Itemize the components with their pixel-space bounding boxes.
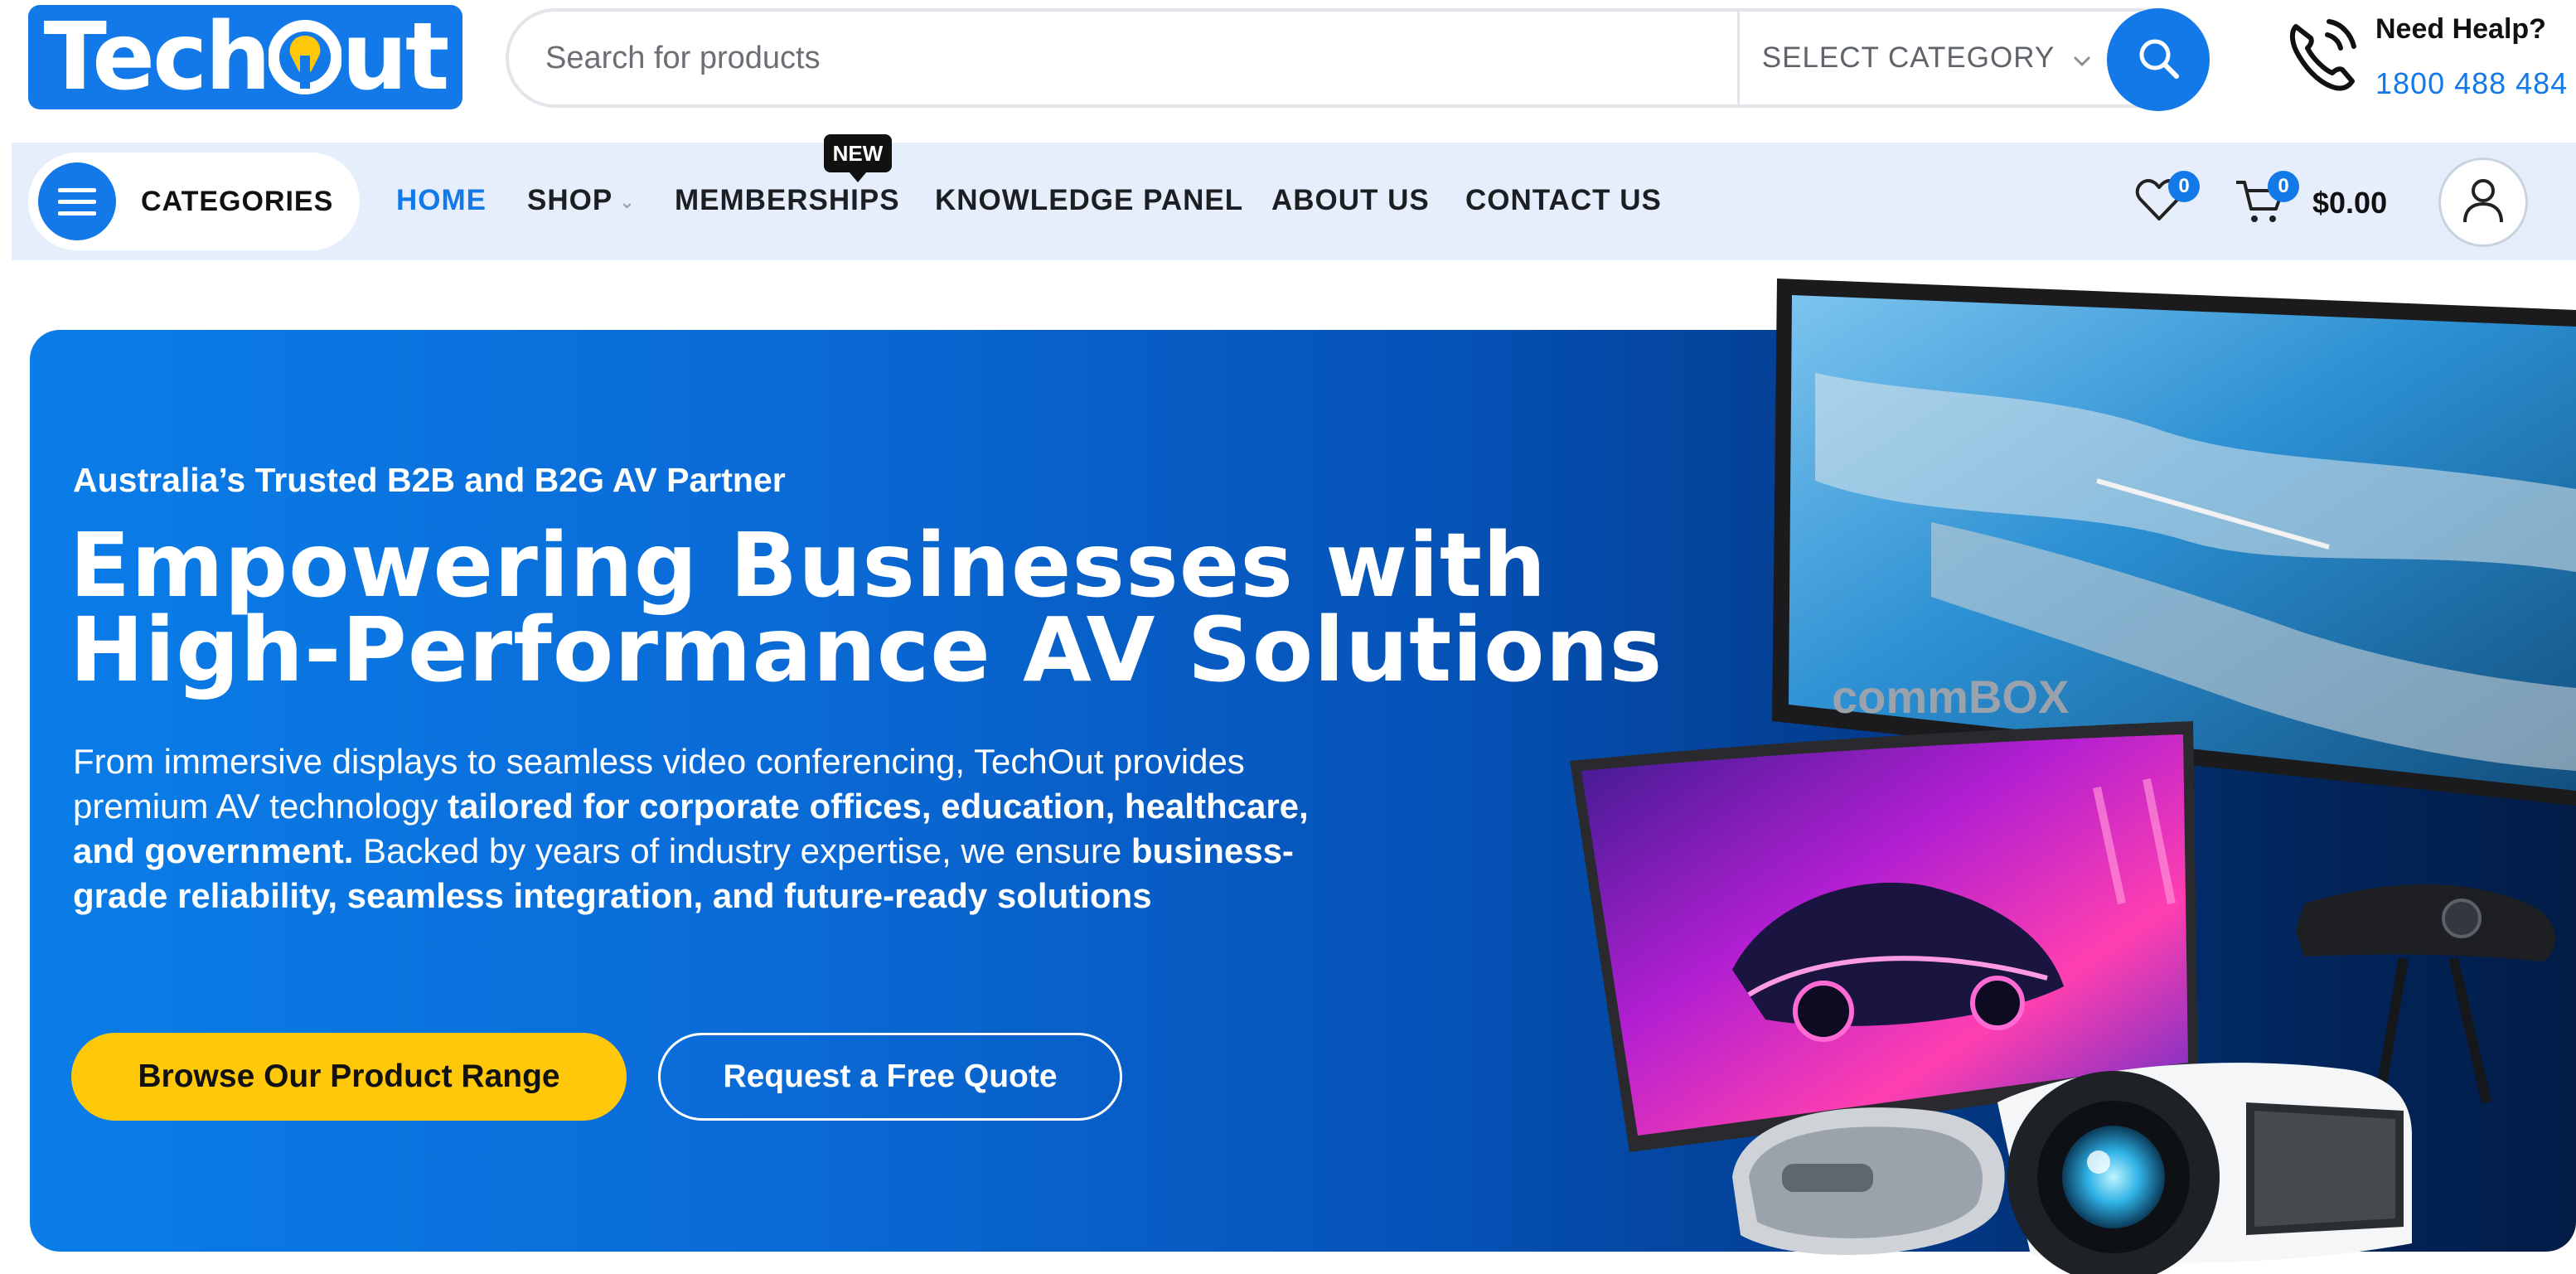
nav-home[interactable]: HOME [396,184,487,217]
logo-text-ut: ut [341,3,449,111]
help-phone-number[interactable]: 1800 488 484 [2375,66,2568,101]
nav-knowledge-panel[interactable]: KNOWLEDGE PANEL [935,184,1243,217]
hero-title-line-1: Empowering Businesses with [70,515,1547,618]
hero-eyebrow: Australia’s Trusted B2B and B2G AV Partn… [73,461,786,499]
user-icon [2462,177,2504,228]
projector [1997,1063,2412,1274]
nav-memberships[interactable]: MEMBERSHIPS [675,184,900,217]
nav-about-us[interactable]: ABOUT US [1271,184,1430,217]
new-badge: NEW [824,134,892,182]
cart-count-badge: 0 [2268,171,2299,202]
nav-shop-label: SHOP [527,184,613,216]
help-contact[interactable]: Need Healp? 1800 488 484 [2284,8,2576,108]
hero-body-part-3: Backed by years of industry expertise, w… [353,831,1131,870]
av-products-illustration: commBOX [1570,279,2576,1274]
search-bar: SELECT CATEGORY [506,8,2210,111]
speakerphone [1732,1107,2005,1255]
search-button[interactable] [2107,8,2210,111]
logo-text-tech: Tech [43,3,272,111]
hero-title-line-2: High-Performance AV Solutions [70,599,1663,702]
select-category-label: SELECT CATEGORY [1761,41,2055,74]
commbox-display-logo: commBOX [1832,671,2069,723]
browse-products-button[interactable]: Browse Our Product Range [71,1033,627,1121]
request-quote-button[interactable]: Request a Free Quote [658,1033,1122,1121]
categories-button[interactable]: CATEGORIES [28,153,360,250]
account-button[interactable] [2438,157,2528,247]
nav-shop[interactable]: SHOP ⌄ [527,184,636,217]
select-category-dropdown[interactable]: SELECT CATEGORY [1737,12,2114,104]
search-input[interactable] [544,25,1638,91]
techout-logo[interactable]: Tech ut [28,3,462,111]
search-icon [2135,35,2181,85]
nav-contact-us[interactable]: CONTACT US [1465,184,1662,217]
chevron-down-icon [2073,41,2091,75]
help-title: Need Healp? [2375,13,2546,45]
categories-label: CATEGORIES [141,185,334,217]
hero-description: From immersive displays to seamless vide… [73,739,1333,918]
phone-icon [2284,15,2361,100]
cart-total[interactable]: $0.00 [2312,186,2387,220]
chevron-down-icon: ⌄ [619,191,636,212]
hero-title: Empowering Businesses with High-Performa… [70,515,1663,702]
wishlist-count-badge: 0 [2168,171,2200,202]
hamburger-menu-icon [38,162,116,240]
logo-o-mark-icon [269,17,342,97]
